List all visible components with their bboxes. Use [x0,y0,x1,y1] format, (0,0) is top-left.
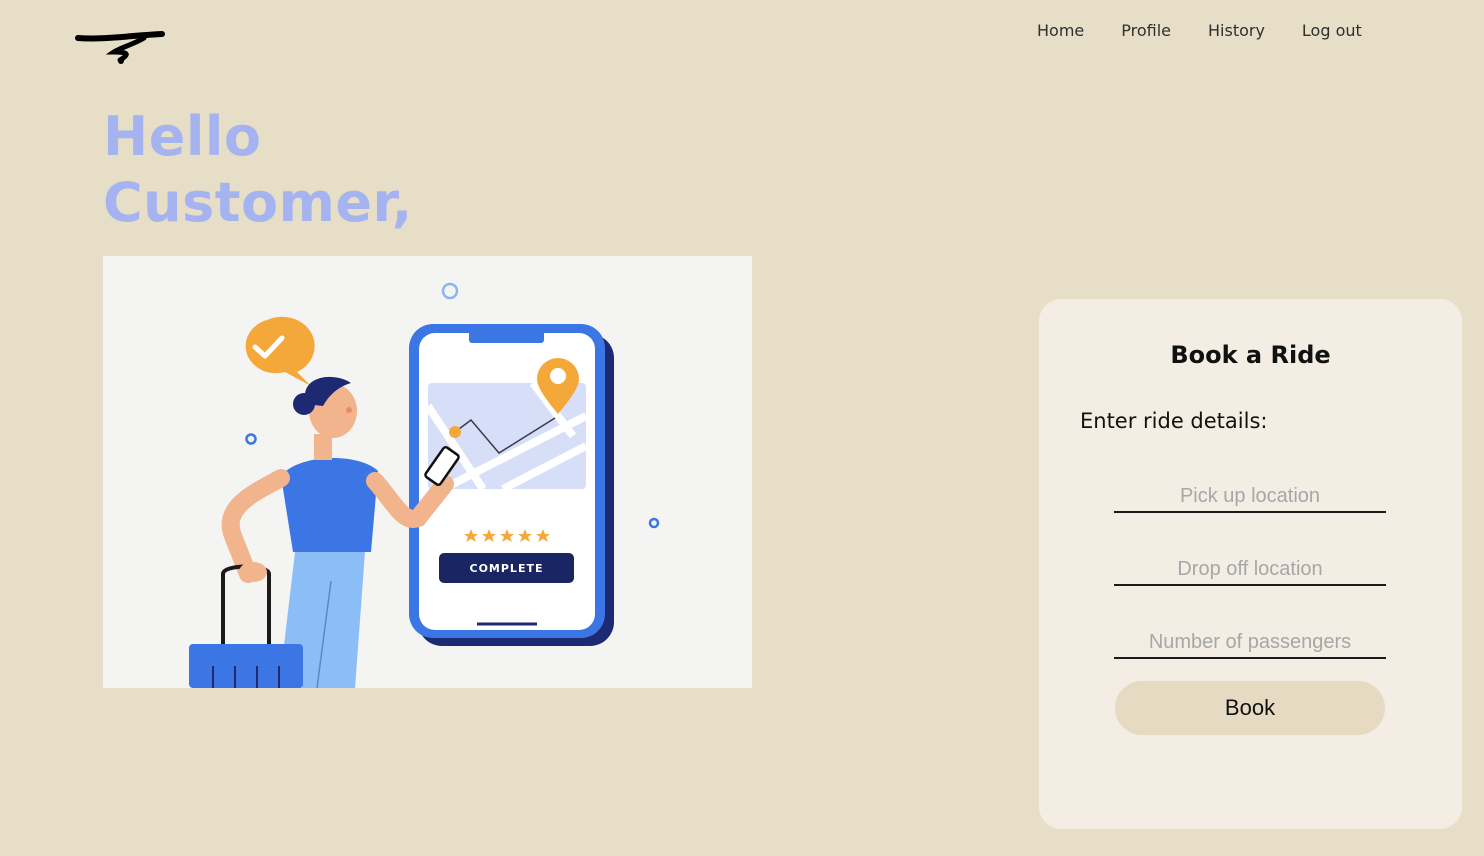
booking-subtitle: Enter ride details: [1080,409,1268,433]
top-nav: Home Profile History Log out [1030,20,1392,42]
brand-logo[interactable] [74,26,168,68]
greeting-heading: Hello Customer, [103,104,413,236]
nav-home-link[interactable]: Home [1030,20,1091,42]
booking-title: Book a Ride [1170,341,1331,369]
dropoff-location-input[interactable] [1114,554,1386,586]
decor-circle [245,433,257,445]
greeting-line-2: Customer, [103,171,413,234]
greeting-line-1: Hello [103,105,262,168]
nav-logout-link[interactable]: Log out [1295,20,1369,42]
decor-circle [648,517,660,529]
decor-circle [441,282,459,300]
booking-card: Book a Ride Enter ride details: Book [1039,299,1462,829]
pickup-location-input[interactable] [1114,481,1386,513]
book-button[interactable]: Book [1115,681,1385,735]
nav-profile-link[interactable]: Profile [1114,20,1178,42]
hero-illustration: COMPLETE [103,256,752,688]
complete-button-label: COMPLETE [470,562,544,575]
nav-history-link[interactable]: History [1201,20,1272,42]
passenger-count-input[interactable] [1114,627,1386,659]
